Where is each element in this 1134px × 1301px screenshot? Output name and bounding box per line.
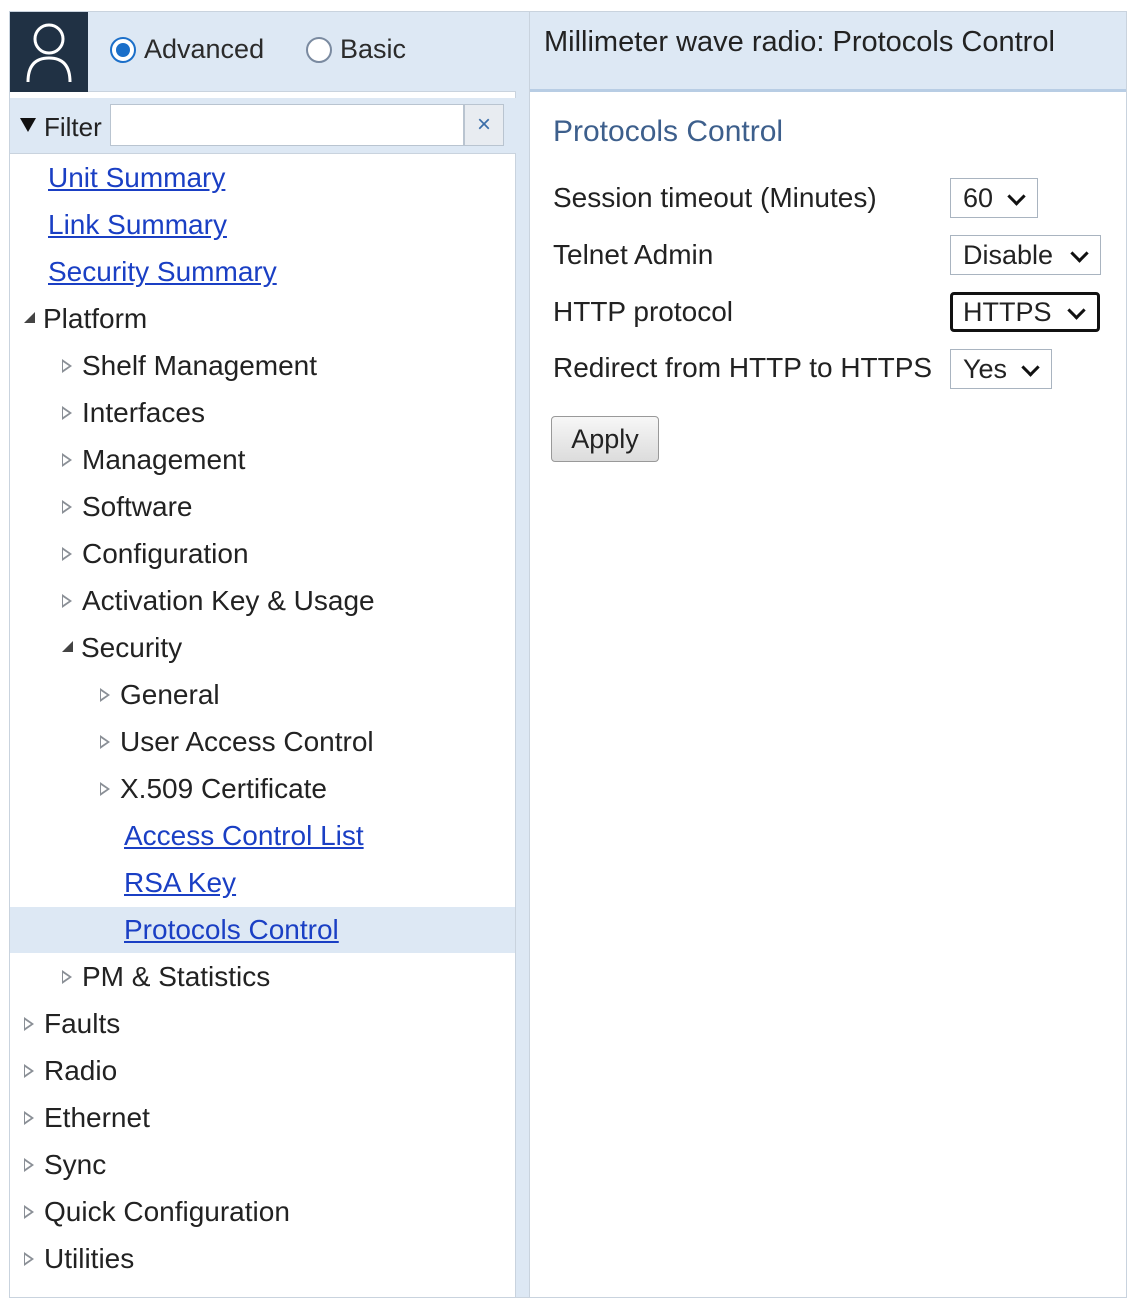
- nav-link-unit-summary[interactable]: Unit Summary: [48, 156, 225, 200]
- content-header: Millimeter wave radio: Protocols Control: [530, 12, 1126, 92]
- nav-link-security-summary[interactable]: Security Summary: [48, 250, 277, 294]
- redirect-select[interactable]: Yes: [950, 349, 1052, 389]
- collapsed-triangle-icon: [24, 1016, 34, 1031]
- collapsed-triangle-icon: [62, 499, 72, 514]
- user-avatar-icon[interactable]: [10, 12, 88, 92]
- http-protocol-select[interactable]: HTTPS: [950, 292, 1100, 332]
- nav-item-quick-configuration[interactable]: Quick Configuration: [24, 1190, 290, 1234]
- nav-item-activation-key[interactable]: Activation Key & Usage: [62, 579, 375, 623]
- nav-link-link-summary[interactable]: Link Summary: [48, 203, 227, 247]
- nav-item-sync[interactable]: Sync: [24, 1143, 106, 1187]
- filter-input[interactable]: [110, 104, 464, 146]
- nav-item-configuration[interactable]: Configuration: [62, 532, 249, 576]
- apply-button[interactable]: Apply: [551, 416, 659, 462]
- collapsed-triangle-icon: [100, 734, 110, 749]
- expanded-triangle-icon: [24, 312, 35, 324]
- nav-link-rsa-key[interactable]: RSA Key: [124, 861, 236, 905]
- nav-item-shelf-management[interactable]: Shelf Management: [62, 344, 317, 388]
- collapsed-triangle-icon: [62, 452, 72, 467]
- session-timeout-label: Session timeout (Minutes): [553, 182, 877, 213]
- telnet-admin-label: Telnet Admin: [553, 239, 714, 270]
- nav-item-security[interactable]: Security: [62, 626, 182, 670]
- nav-item-interfaces[interactable]: Interfaces: [62, 391, 205, 435]
- collapsed-triangle-icon: [24, 1251, 34, 1266]
- session-timeout-select[interactable]: 60: [950, 178, 1038, 218]
- collapsed-triangle-icon: [24, 1204, 34, 1219]
- advanced-radio-option[interactable]: Advanced: [110, 34, 264, 65]
- collapsed-triangle-icon: [100, 781, 110, 796]
- collapsed-triangle-icon: [62, 969, 72, 984]
- collapsed-triangle-icon: [100, 687, 110, 702]
- filter-bar: Filter ×: [10, 98, 516, 154]
- chevron-down-icon: [1070, 244, 1089, 263]
- nav-link-access-control-list[interactable]: Access Control List: [124, 814, 364, 858]
- filter-label: Filter: [44, 112, 102, 142]
- expanded-triangle-icon: [62, 641, 73, 653]
- redirect-label: Redirect from HTTP to HTTPS: [553, 352, 933, 383]
- section-title: Protocols Control: [553, 115, 784, 148]
- nav-item-pm-statistics[interactable]: PM & Statistics: [62, 955, 270, 999]
- mode-bar: Advanced Basic: [10, 12, 516, 92]
- collapsed-triangle-icon: [62, 405, 72, 420]
- nav-item-general[interactable]: General: [100, 673, 220, 717]
- close-icon[interactable]: ×: [464, 104, 504, 146]
- basic-label: Basic: [340, 34, 407, 64]
- page-title: Millimeter wave radio: Protocols Control: [544, 26, 1055, 58]
- nav-item-radio[interactable]: Radio: [24, 1049, 117, 1093]
- advanced-label: Advanced: [144, 34, 265, 64]
- nav-item-faults[interactable]: Faults: [24, 1002, 120, 1046]
- navigation-pane: Advanced Basic Filter × Unit Summary Lin…: [10, 12, 516, 1297]
- nav-item-x509-certificate[interactable]: X.509 Certificate: [100, 767, 327, 811]
- collapsed-triangle-icon: [62, 358, 72, 373]
- collapsed-triangle-icon: [24, 1110, 34, 1125]
- nav-item-ethernet[interactable]: Ethernet: [24, 1096, 150, 1140]
- nav-item-user-access-control[interactable]: User Access Control: [100, 720, 374, 764]
- nav-item-software[interactable]: Software: [62, 485, 193, 529]
- nav-link-protocols-control[interactable]: Protocols Control: [124, 908, 339, 952]
- chevron-down-icon: [1007, 187, 1026, 206]
- advanced-radio[interactable]: [110, 36, 136, 63]
- collapsed-triangle-icon: [62, 593, 72, 608]
- collapsed-triangle-icon: [62, 546, 72, 561]
- pane-splitter[interactable]: [516, 12, 530, 1297]
- nav-item-utilities[interactable]: Utilities: [24, 1237, 134, 1281]
- chevron-down-icon: [1067, 301, 1086, 320]
- basic-radio[interactable]: [306, 36, 332, 63]
- telnet-admin-select[interactable]: Disable: [950, 235, 1101, 275]
- nav-item-management[interactable]: Management: [62, 438, 245, 482]
- collapsed-triangle-icon: [24, 1157, 34, 1172]
- basic-radio-option[interactable]: Basic: [306, 34, 406, 65]
- chevron-down-icon: [1021, 358, 1040, 377]
- http-protocol-label: HTTP protocol: [553, 296, 733, 327]
- nav-item-platform[interactable]: Platform: [24, 297, 147, 341]
- triangle-down-icon[interactable]: [20, 118, 36, 132]
- collapsed-triangle-icon: [24, 1063, 34, 1078]
